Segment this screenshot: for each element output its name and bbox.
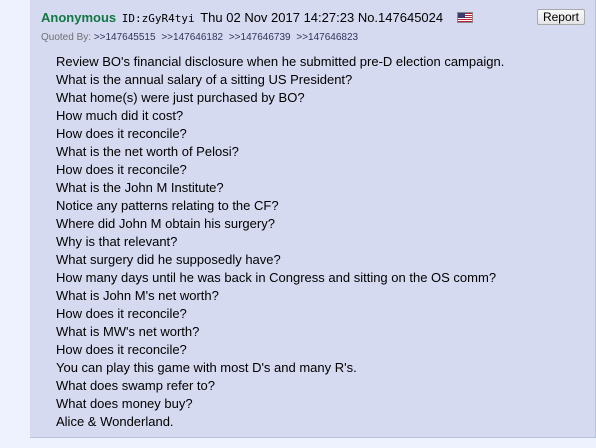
post-info: Anonymous ID:zGyR4tyi Thu 02 Nov 2017 14… bbox=[41, 9, 587, 28]
quote-backlink[interactable]: >>147645515 bbox=[94, 32, 156, 43]
message-line: What is the John M Institute? bbox=[56, 180, 224, 195]
quote-backlink[interactable]: >>147646739 bbox=[229, 32, 291, 43]
message-line: Where did John M obtain his surgery? bbox=[56, 216, 275, 231]
post-number[interactable]: No.147645024 bbox=[358, 10, 443, 25]
message-line: How does it reconcile? bbox=[56, 162, 187, 177]
message-line: You can play this game with most D's and… bbox=[56, 360, 357, 375]
message-line: What is MW's net worth? bbox=[56, 324, 200, 339]
message-line: Review BO's financial disclosure when he… bbox=[56, 54, 505, 69]
flag-canton bbox=[457, 13, 465, 18]
message-line: How does it reconcile? bbox=[56, 306, 187, 321]
message-line: What home(s) were just purchased by BO? bbox=[56, 90, 305, 105]
message-line: How does it reconcile? bbox=[56, 126, 187, 141]
poster-id[interactable]: ID:zGyR4tyi bbox=[122, 12, 195, 25]
message-line: What surgery did he supposedly have? bbox=[56, 252, 281, 267]
message-line: What is the net worth of Pelosi? bbox=[56, 144, 239, 159]
message-line: What does money buy? bbox=[56, 396, 193, 411]
quoted-by-label: Quoted By: bbox=[41, 32, 92, 43]
message-line: How does it reconcile? bbox=[56, 342, 187, 357]
post-message: Review BO's financial disclosure when he… bbox=[56, 53, 586, 431]
message-line: What does swamp refer to? bbox=[56, 378, 215, 393]
report-button[interactable]: Report bbox=[536, 9, 585, 25]
post-reply: Anonymous ID:zGyR4tyi Thu 02 Nov 2017 14… bbox=[30, 0, 596, 438]
us-flag-icon bbox=[456, 12, 473, 23]
poster-name: Anonymous bbox=[41, 10, 117, 25]
message-line: Notice any patterns relating to the CF? bbox=[56, 198, 279, 213]
quote-backlink[interactable]: >>147646823 bbox=[296, 32, 358, 43]
message-line: How much did it cost? bbox=[56, 108, 184, 123]
message-line: Why is that relevant? bbox=[56, 234, 178, 249]
message-line: What is the annual salary of a sitting U… bbox=[56, 72, 353, 87]
post-datetime: Thu 02 Nov 2017 14:27:23 bbox=[200, 10, 355, 25]
quote-backlink[interactable]: >>147646182 bbox=[161, 32, 223, 43]
quoted-by: Quoted By: >>147645515 >>147646182 >>147… bbox=[41, 32, 361, 43]
message-line: How many days until he was back in Congr… bbox=[56, 270, 497, 285]
message-line: Alice & Wonderland. bbox=[56, 414, 174, 429]
message-line: What is John M's net worth? bbox=[56, 288, 219, 303]
